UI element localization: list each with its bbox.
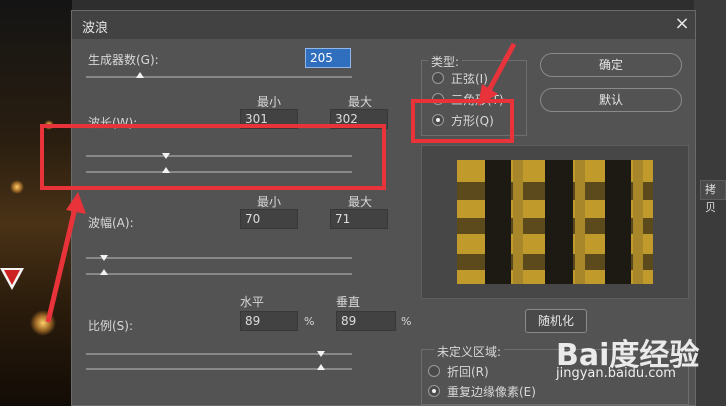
amplitude-max-input[interactable]: 71 — [330, 209, 388, 229]
watermark-url: jingyan.baidu.com — [556, 366, 676, 381]
scale-h-unit: % — [304, 315, 315, 328]
scale-v-track[interactable] — [86, 368, 352, 370]
preview-pattern — [457, 160, 653, 284]
scale-h-header: 水平 — [239, 295, 264, 309]
preview-vband-2 — [605, 160, 631, 284]
scale-v-unit: % — [401, 315, 412, 328]
scale-v-input[interactable]: 89 — [336, 311, 396, 331]
radio-repeat-edge[interactable] — [428, 385, 440, 397]
app-top-strip — [72, 0, 726, 10]
scale-h-thumb[interactable] — [317, 351, 325, 357]
amplitude-max-thumb[interactable] — [100, 269, 108, 275]
generators-slider-thumb[interactable] — [136, 72, 144, 78]
default-button[interactable]: 默认 — [540, 88, 682, 112]
amplitude-max-track[interactable] — [86, 273, 352, 275]
dialog-title: 波浪 — [82, 21, 109, 36]
dialog-titlebar: 波浪 × — [72, 11, 695, 39]
type-legend: 类型: — [428, 53, 463, 70]
annotation-box-wavelength-sliders — [40, 124, 386, 190]
preview-panel — [421, 145, 689, 299]
road-sign-inner — [4, 270, 20, 285]
annotation-arrow-icon — [45, 192, 86, 323]
annotation-arrow-icon — [478, 42, 517, 106]
scale-label: 比例(S): — [88, 319, 134, 333]
scale-h-input[interactable]: 89 — [240, 311, 298, 331]
ok-button[interactable]: 确定 — [540, 53, 682, 77]
radio-repeat-edge-label: 重复边缘像素(E) — [447, 385, 536, 399]
scale-v-header: 垂直 — [335, 295, 360, 309]
side-panel-button[interactable]: 拷贝 — [700, 180, 726, 214]
undefined-area-legend: 未定义区域: — [434, 343, 505, 360]
wavelength-min-header: 最小 — [256, 95, 281, 109]
street-light — [10, 180, 24, 194]
amplitude-min-header: 最小 — [256, 195, 281, 209]
scale-v-thumb[interactable] — [317, 364, 325, 370]
amplitude-min-thumb[interactable] — [100, 255, 108, 261]
generators-slider-track[interactable] — [86, 76, 352, 78]
amplitude-max-header: 最大 — [347, 195, 372, 209]
amplitude-min-track[interactable] — [86, 257, 352, 259]
radio-wrap-around-label: 折回(R) — [447, 365, 489, 379]
generators-label: 生成器数(G): — [88, 53, 159, 67]
generators-input[interactable]: 205 — [305, 48, 351, 68]
scale-h-track[interactable] — [86, 353, 352, 355]
close-icon[interactable]: × — [672, 13, 692, 35]
wavelength-max-header: 最大 — [347, 95, 372, 109]
radio-sine[interactable] — [432, 72, 444, 84]
amplitude-min-input[interactable]: 70 — [240, 209, 298, 229]
amplitude-label: 波幅(A): — [88, 216, 134, 230]
preview-vlight-1 — [575, 160, 585, 284]
preview-vlight-0 — [513, 160, 523, 284]
preview-vband-0 — [485, 160, 511, 284]
preview-vlight-2 — [633, 160, 643, 284]
preview-vband-1 — [545, 160, 573, 284]
radio-wrap-around[interactable] — [428, 365, 440, 377]
